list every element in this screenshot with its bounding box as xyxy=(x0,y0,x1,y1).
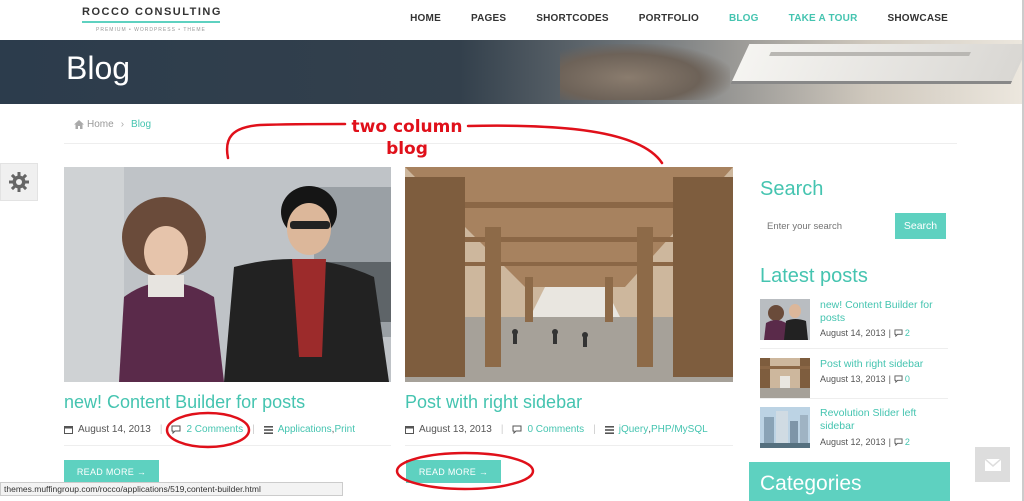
breadcrumb-divider xyxy=(64,143,957,144)
meta-divider: | xyxy=(593,424,596,435)
latest-post-title[interactable]: Revolution Slider left sidebar xyxy=(820,407,950,433)
comment-icon xyxy=(894,438,903,446)
home-icon xyxy=(74,120,84,129)
meta-divider: | xyxy=(159,424,163,435)
latest-post-date: August 14, 2013 xyxy=(820,328,886,338)
latest-post-comments[interactable]: 0 xyxy=(905,374,910,384)
calendar-icon xyxy=(64,425,73,434)
comment-icon xyxy=(512,425,522,434)
envelope-icon xyxy=(984,458,1001,471)
latest-post-comments[interactable]: 2 xyxy=(905,328,910,338)
nav-take-a-tour[interactable]: TAKE A TOUR xyxy=(789,13,858,24)
post-2-category-link[interactable]: PHP/MySQL xyxy=(651,424,708,435)
meta-divider: | xyxy=(888,374,891,384)
site-logo[interactable]: ROCCO CONSULTING PREMIUM • WORDPRESS • T… xyxy=(82,6,222,33)
breadcrumb: Home › Blog xyxy=(74,119,151,130)
latest-post-date: August 13, 2013 xyxy=(820,374,886,384)
post-1-title[interactable]: new! Content Builder for posts xyxy=(64,392,305,413)
nav-showcase[interactable]: SHOWCASE xyxy=(888,13,949,24)
post-2-category-link[interactable]: jQuery xyxy=(619,424,648,435)
latest-post-title[interactable]: Post with right sidebar xyxy=(820,358,950,371)
breadcrumb-home-label: Home xyxy=(87,119,114,130)
meta-divider: | xyxy=(888,328,891,338)
calendar-icon xyxy=(405,425,414,434)
breadcrumb-current[interactable]: Blog xyxy=(131,119,151,130)
nav-shortcodes[interactable]: SHORTCODES xyxy=(536,13,609,24)
search-heading: Search xyxy=(760,178,824,200)
latest-post-thumbnail[interactable] xyxy=(760,407,810,448)
comment-icon xyxy=(171,425,181,434)
banner-laptop-keys xyxy=(769,52,971,56)
post-2-read-more-button[interactable]: READ MORE → xyxy=(406,460,501,483)
latest-post-meta: August 13, 2013 | 0 xyxy=(820,374,910,384)
site-header: ROCCO CONSULTING PREMIUM • WORDPRESS • T… xyxy=(0,0,1024,40)
categories-widget: Categories xyxy=(749,462,950,501)
latest-post-meta: August 14, 2013 | 2 xyxy=(820,328,910,338)
annotation-label: two column blog xyxy=(346,116,468,160)
nav-home[interactable]: HOME xyxy=(410,13,441,24)
post-2-comments-link[interactable]: 0 Comments xyxy=(527,424,584,435)
logo-title: ROCCO CONSULTING xyxy=(82,6,222,18)
contact-button[interactable] xyxy=(975,447,1010,482)
meta-divider: | xyxy=(500,424,504,435)
post-1-category-link[interactable]: Applications xyxy=(278,424,332,435)
banner-laptop-photo xyxy=(730,44,1022,84)
list-icon xyxy=(263,425,273,434)
meta-divider: | xyxy=(888,437,891,447)
post-1-comments-link[interactable]: 2 Comments xyxy=(186,424,243,435)
latest-post-title[interactable]: new! Content Builder for posts xyxy=(820,299,950,325)
latest-post-date: August 12, 2013 xyxy=(820,437,886,447)
post-1-date: August 14, 2013 xyxy=(78,424,151,435)
post-1-divider xyxy=(64,445,391,446)
style-switcher-toggle[interactable] xyxy=(0,163,38,201)
breadcrumb-home[interactable]: Home xyxy=(74,119,114,130)
banner-hand-photo xyxy=(560,44,730,100)
nav-portfolio[interactable]: PORTFOLIO xyxy=(639,13,699,24)
search-button[interactable]: Search xyxy=(895,213,946,239)
logo-underline xyxy=(82,21,220,23)
latest-posts-heading: Latest posts xyxy=(760,265,868,287)
post-2-date: August 13, 2013 xyxy=(419,424,492,435)
gear-icon xyxy=(9,172,29,192)
latest-post-thumbnail[interactable] xyxy=(760,299,810,340)
nav-pages[interactable]: PAGES xyxy=(471,13,506,24)
browser-status-bar: themes.muffingroup.com/rocco/application… xyxy=(0,482,343,496)
annotation-arrow-left xyxy=(225,122,347,160)
post-2-image[interactable] xyxy=(405,167,733,382)
post-2-photo-el-bridge xyxy=(405,167,733,382)
nav-blog[interactable]: BLOG xyxy=(729,13,759,24)
annotation-line-2: blog xyxy=(386,139,428,159)
post-1-category-link[interactable]: Print xyxy=(334,424,355,435)
chevron-right-icon: › xyxy=(120,119,125,130)
page-banner: Blog xyxy=(0,40,1022,104)
categories-heading: Categories xyxy=(760,472,862,495)
post-1-read-more-button[interactable]: READ MORE → xyxy=(64,460,159,483)
main-nav: HOME PAGES SHORTCODES PORTFOLIO BLOG TAK… xyxy=(380,13,948,24)
latest-post-meta: August 12, 2013 | 2 xyxy=(820,437,910,447)
annotation-arrow-right xyxy=(466,124,664,165)
post-2-title[interactable]: Post with right sidebar xyxy=(405,392,582,413)
comment-icon xyxy=(894,375,903,383)
post-1-meta: August 14, 2013 | 2 Comments | Applicati… xyxy=(64,424,355,435)
latest-post-comments[interactable]: 2 xyxy=(905,437,910,447)
meta-divider: | xyxy=(252,424,255,435)
annotation-line-1: two column xyxy=(351,117,463,137)
post-2-divider xyxy=(405,445,733,446)
latest-post-divider xyxy=(760,348,948,349)
logo-subtitle: PREMIUM • WORDPRESS • THEME xyxy=(96,27,206,33)
page-title: Blog xyxy=(66,50,131,86)
post-1-photo-couple xyxy=(64,167,391,382)
latest-post-thumbnail[interactable] xyxy=(760,358,810,399)
latest-post-divider xyxy=(760,398,948,399)
comment-icon xyxy=(894,329,903,337)
search-input[interactable] xyxy=(760,213,895,239)
post-2-meta: August 13, 2013 | 0 Comments | jQuery, P… xyxy=(405,424,708,435)
post-1-image[interactable] xyxy=(64,167,391,382)
list-icon xyxy=(604,425,614,434)
